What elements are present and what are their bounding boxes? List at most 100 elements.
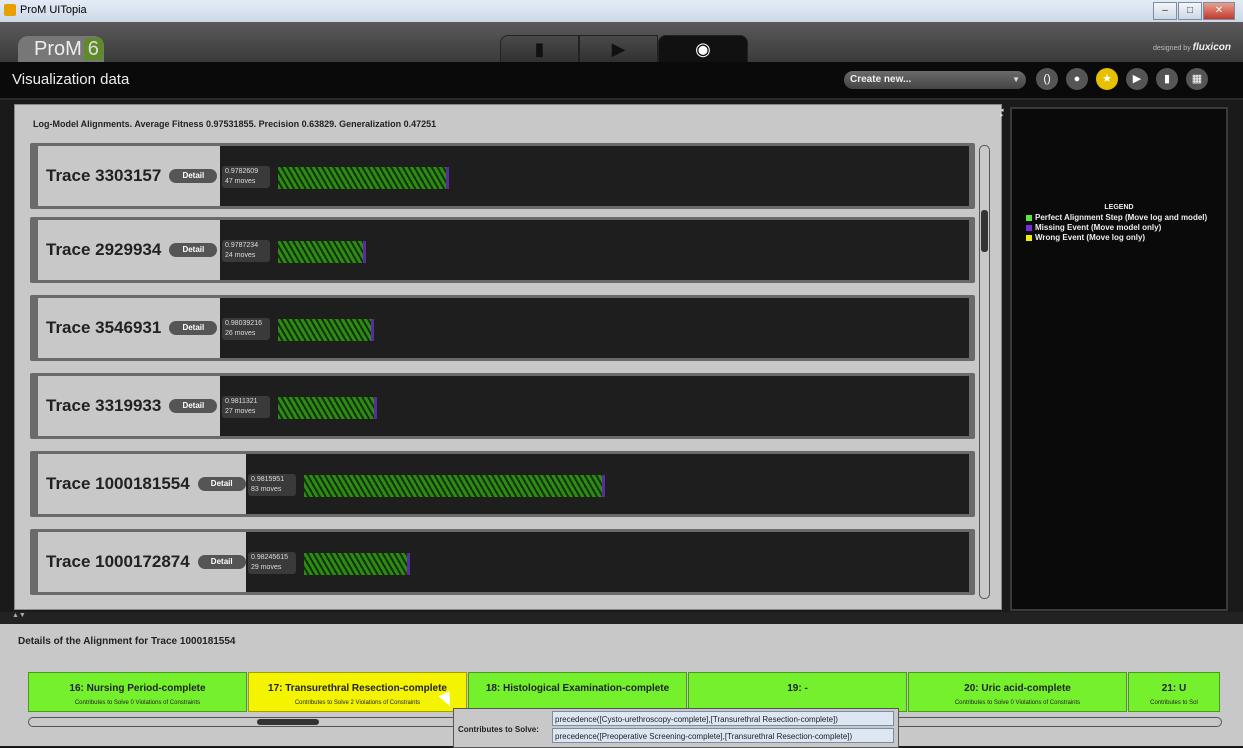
- chevron-down-icon: ▼: [1012, 75, 1020, 84]
- step-title: 16: Nursing Period-complete: [69, 683, 206, 694]
- trace-alignment: 0.9815951 83 moves: [246, 454, 969, 514]
- alignment-step[interactable]: 18: Histological Examination-complete: [468, 672, 687, 712]
- trace-label: Trace 2929934 Detail: [38, 220, 220, 280]
- trace-name: Trace 1000172874: [46, 552, 190, 571]
- trace-label: Trace 1000172874 Detail: [38, 532, 246, 592]
- detail-button[interactable]: Detail: [169, 321, 218, 335]
- moves-count: 24 moves: [225, 252, 256, 259]
- panel-collapse-handle[interactable]: ◂ ▸: [1000, 107, 1006, 119]
- moves-count: 47 moves: [225, 178, 256, 185]
- moves-bar: [304, 553, 410, 575]
- play-icon[interactable]: ▶: [579, 35, 658, 63]
- alignment-step[interactable]: 21: U Contributes to Sol: [1128, 672, 1220, 712]
- fitness-value: 0.9787234: [225, 242, 259, 249]
- eye-icon[interactable]: ◉: [658, 35, 748, 63]
- alignment-step[interactable]: 19: -: [688, 672, 907, 712]
- window-title: ProM UITopia: [20, 4, 87, 16]
- trace-alignment: 0.9811321 27 moves: [220, 376, 969, 436]
- moves-bar: [278, 167, 449, 189]
- trace-label: Trace 3303157 Detail: [38, 146, 220, 206]
- trace-row[interactable]: Trace 1000172874 Detail 0.98245615 29 moves: [30, 529, 975, 595]
- trace-row[interactable]: Trace 3303157 Detail 0.9782609 47 moves: [30, 143, 975, 209]
- alignment-summary: Log-Model Alignments. Average Fitness 0.…: [33, 119, 437, 129]
- moves-count: 29 moves: [251, 564, 282, 571]
- close-button[interactable]: ✕: [1203, 2, 1235, 20]
- legend-item: Wrong Event (Move log only): [1026, 233, 1145, 242]
- moves-count: 27 moves: [225, 408, 256, 415]
- trace-name: Trace 1000181554: [46, 474, 190, 493]
- trace-alignment: 0.98245615 29 moves: [246, 532, 969, 592]
- step-title: 20: Uric acid-complete: [964, 683, 1071, 694]
- trace-label: Trace 1000181554 Detail: [38, 454, 246, 514]
- trace-row[interactable]: Trace 2929934 Detail 0.9787234 24 moves: [30, 217, 975, 283]
- trace-alignment: 0.9782609 47 moves: [220, 146, 969, 206]
- fitness-value: 0.9811321: [225, 398, 258, 405]
- designed-by: designed by fluxicon: [1152, 42, 1231, 53]
- trace-row[interactable]: Trace 1000181554 Detail 0.9815951 83 moves: [30, 451, 975, 517]
- app-header: ProM 6 ▮ ▶ ◉ designed by fluxicon: [0, 22, 1243, 63]
- step-title: 21: U: [1161, 683, 1187, 694]
- detail-button[interactable]: Detail: [169, 169, 218, 183]
- alignments-panel: Log-Model Alignments. Average Fitness 0.…: [14, 104, 1002, 610]
- legend-item: Perfect Alignment Step (Move log and mod…: [1026, 213, 1207, 222]
- copy-icon[interactable]: ▮: [1156, 68, 1178, 90]
- fluxicon-brand: fluxicon: [1192, 42, 1231, 53]
- legend-swatch: [1026, 224, 1032, 231]
- legend-title: LEGEND: [1104, 204, 1134, 211]
- fitness-box: 0.9782609 47 moves: [222, 166, 270, 188]
- create-new-select[interactable]: Create new... ▼: [844, 71, 1026, 89]
- fitness-box: 0.9815951 83 moves: [248, 474, 296, 496]
- view-title: Visualization data: [12, 71, 130, 88]
- step-subtitle: Contributes to Solve 0 Violations of Con…: [74, 700, 201, 706]
- view-bar: Visualization data Create new... ▼ () ● ★ ▶ ▮…: [0, 62, 1243, 100]
- constraints-tooltip: Contributes to Solve: precedence([Cysto-…: [453, 708, 899, 748]
- fitness-value: 0.98039216: [225, 320, 262, 327]
- grid-icon[interactable]: ▦: [1186, 68, 1208, 90]
- moves-count: 83 moves: [251, 486, 282, 493]
- trace-alignment: 0.98039216 26 moves: [220, 298, 969, 358]
- details-title: Details of the Alignment for Trace 10001…: [18, 636, 236, 647]
- play-icon[interactable]: ▶: [1126, 68, 1148, 90]
- fitness-value: 0.9782609: [225, 168, 259, 175]
- scroll-thumb[interactable]: [981, 210, 988, 252]
- moves-count: 26 moves: [225, 330, 256, 337]
- trace-name: Trace 3319933: [46, 396, 162, 415]
- star-icon[interactable]: ★: [1096, 68, 1118, 90]
- alignment-step[interactable]: 17: Transurethral Resection-complete Cont…: [248, 672, 467, 712]
- tooltip-line: precedence([Preoperative Screening-compl…: [552, 728, 894, 743]
- tooltip-line: precedence([Cysto-urethroscopy-complete]…: [552, 711, 894, 726]
- trace-name: Trace 3303157: [46, 166, 162, 185]
- fitness-value: 0.9815951: [251, 476, 285, 483]
- step-subtitle: Contributes to Solve 0 Violations of Con…: [954, 700, 1081, 706]
- step-subtitle: Contributes to Sol: [1150, 700, 1198, 706]
- refresh-icon[interactable]: (): [1036, 68, 1058, 90]
- maximize-button[interactable]: □: [1178, 2, 1202, 20]
- detail-button[interactable]: Detail: [169, 243, 218, 257]
- fitness-box: 0.9811321 27 moves: [222, 396, 270, 418]
- legend-panel: LEGEND Perfect Alignment Step (Move log …: [1010, 107, 1228, 611]
- document-icon[interactable]: ▮: [500, 35, 579, 63]
- legend-swatch: [1026, 214, 1032, 221]
- splitter[interactable]: ▲▼: [0, 612, 1243, 624]
- trace-row[interactable]: Trace 3546931 Detail 0.98039216 26 moves: [30, 295, 975, 361]
- vertical-scrollbar[interactable]: [979, 145, 990, 599]
- splitter-arrows-icon[interactable]: ▲▼: [12, 612, 26, 619]
- trace-alignment: 0.9787234 24 moves: [220, 220, 969, 280]
- trace-name: Trace 2929934: [46, 240, 162, 259]
- detail-button[interactable]: Detail: [197, 477, 246, 491]
- step-title: 18: Histological Examination-complete: [485, 683, 670, 694]
- step-title: 19: -: [787, 683, 808, 694]
- moves-bar: [278, 241, 366, 263]
- alignment-step[interactable]: 16: Nursing Period-complete Contributes t…: [28, 672, 247, 712]
- scroll-thumb[interactable]: [257, 719, 319, 725]
- detail-button[interactable]: Detail: [169, 399, 218, 413]
- trace-row[interactable]: Trace 3319933 Detail 0.9811321 27 moves: [30, 373, 975, 439]
- drop-icon[interactable]: ●: [1066, 68, 1088, 90]
- fitness-box: 0.98039216 26 moves: [222, 318, 270, 340]
- step-title: 17: Transurethral Resection-complete: [268, 683, 447, 694]
- detail-button[interactable]: Detail: [197, 555, 246, 569]
- minimize-button[interactable]: –: [1153, 2, 1177, 20]
- alignment-step[interactable]: 20: Uric acid-complete Contributes to Sol…: [908, 672, 1127, 712]
- fitness-box: 0.9787234 24 moves: [222, 240, 270, 262]
- tooltip-label: Contributes to Solve:: [458, 725, 539, 734]
